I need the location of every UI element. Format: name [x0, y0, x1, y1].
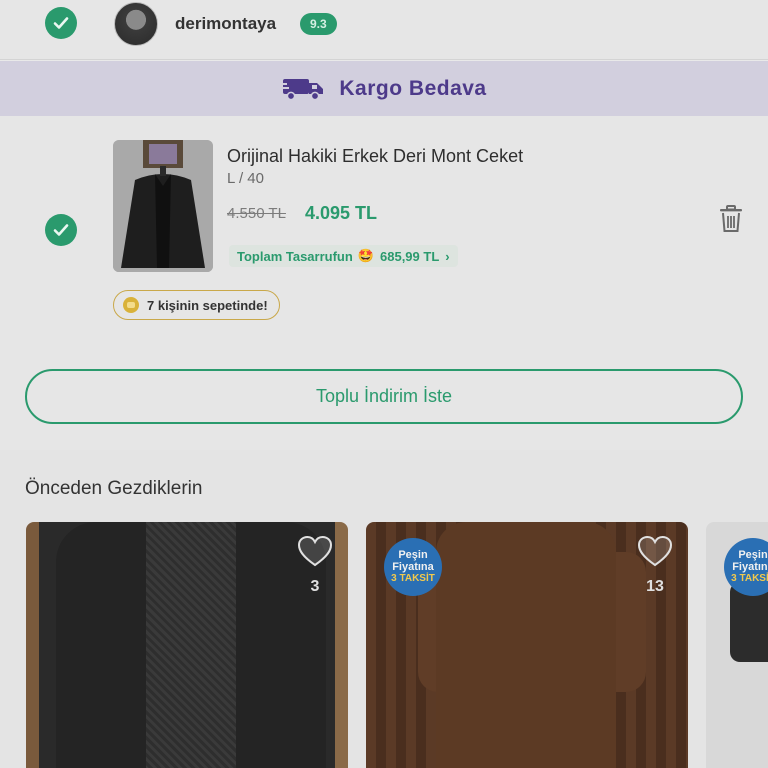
item-select-checkbox[interactable] [45, 214, 77, 246]
savings-amount: 685,99 TL [380, 248, 440, 264]
chevron-right-icon: › [445, 248, 450, 264]
savings-label: Toplam Tasarrufun [237, 248, 353, 264]
product-card[interactable]: Peşin Fiyatına 3 TAKSİT [706, 522, 768, 768]
checkmark-icon [53, 17, 69, 29]
favorite-count: 3 [310, 578, 320, 595]
seller-rating-badge: 9.3 [300, 13, 337, 35]
section-title: Önceden Gezdiklerin [25, 478, 203, 499]
favorite-count: 13 [646, 578, 664, 595]
promo-line: 3 TAKSİT [731, 573, 768, 584]
truck-icon [281, 78, 324, 100]
checkmark-icon [53, 224, 69, 236]
free-shipping-text: Kargo Bedava [339, 76, 487, 100]
seller-select-checkbox[interactable] [45, 7, 77, 39]
recently-viewed-section: Önceden Gezdiklerin 3 Peşin Fiyatına 3 T… [0, 450, 768, 768]
seller-row: derimontaya 9.3 [0, 0, 768, 60]
new-price: 4.095 TL [305, 203, 378, 223]
basket-coin-icon [123, 297, 139, 313]
seller-name[interactable]: derimontaya [175, 14, 276, 34]
request-bulk-discount-button[interactable]: Toplu İndirim İste [25, 369, 743, 424]
in-baskets-text: 7 kişinin sepetinde! [147, 297, 268, 313]
promo-line: Fiyatına [392, 561, 434, 573]
product-card[interactable]: 3 [26, 522, 348, 768]
free-shipping-banner: Kargo Bedava [0, 61, 768, 116]
product-variant: L / 40 [227, 170, 264, 187]
heart-icon[interactable] [638, 536, 672, 568]
product-title[interactable]: Orijinal Hakiki Erkek Deri Mont Ceket [227, 146, 523, 167]
promo-line: Fiyatına [732, 561, 768, 573]
promo-line: Peşin [398, 549, 428, 561]
installment-promo-badge: Peşin Fiyatına 3 TAKSİT [384, 538, 442, 596]
promo-line: 3 TAKSİT [391, 573, 435, 584]
product-thumbnail[interactable] [113, 140, 213, 272]
product-image [436, 522, 616, 768]
trash-icon[interactable] [718, 205, 744, 233]
old-price: 4.550 TL [227, 205, 286, 222]
in-baskets-badge: 7 kişinin sepetinde! [113, 290, 280, 320]
product-card[interactable]: Peşin Fiyatına 3 TAKSİT 13 [366, 522, 688, 768]
total-savings-chip[interactable]: Toplam Tasarrufun 🤩 685,99 TL › [229, 245, 458, 267]
heart-icon[interactable] [298, 536, 332, 568]
product-image-detail [146, 522, 236, 768]
promo-line: Peşin [738, 549, 768, 561]
seller-avatar[interactable] [114, 2, 158, 46]
cart-item: Orijinal Hakiki Erkek Deri Mont Ceket L … [0, 116, 768, 450]
star-eyes-emoji-icon: 🤩 [357, 248, 374, 263]
